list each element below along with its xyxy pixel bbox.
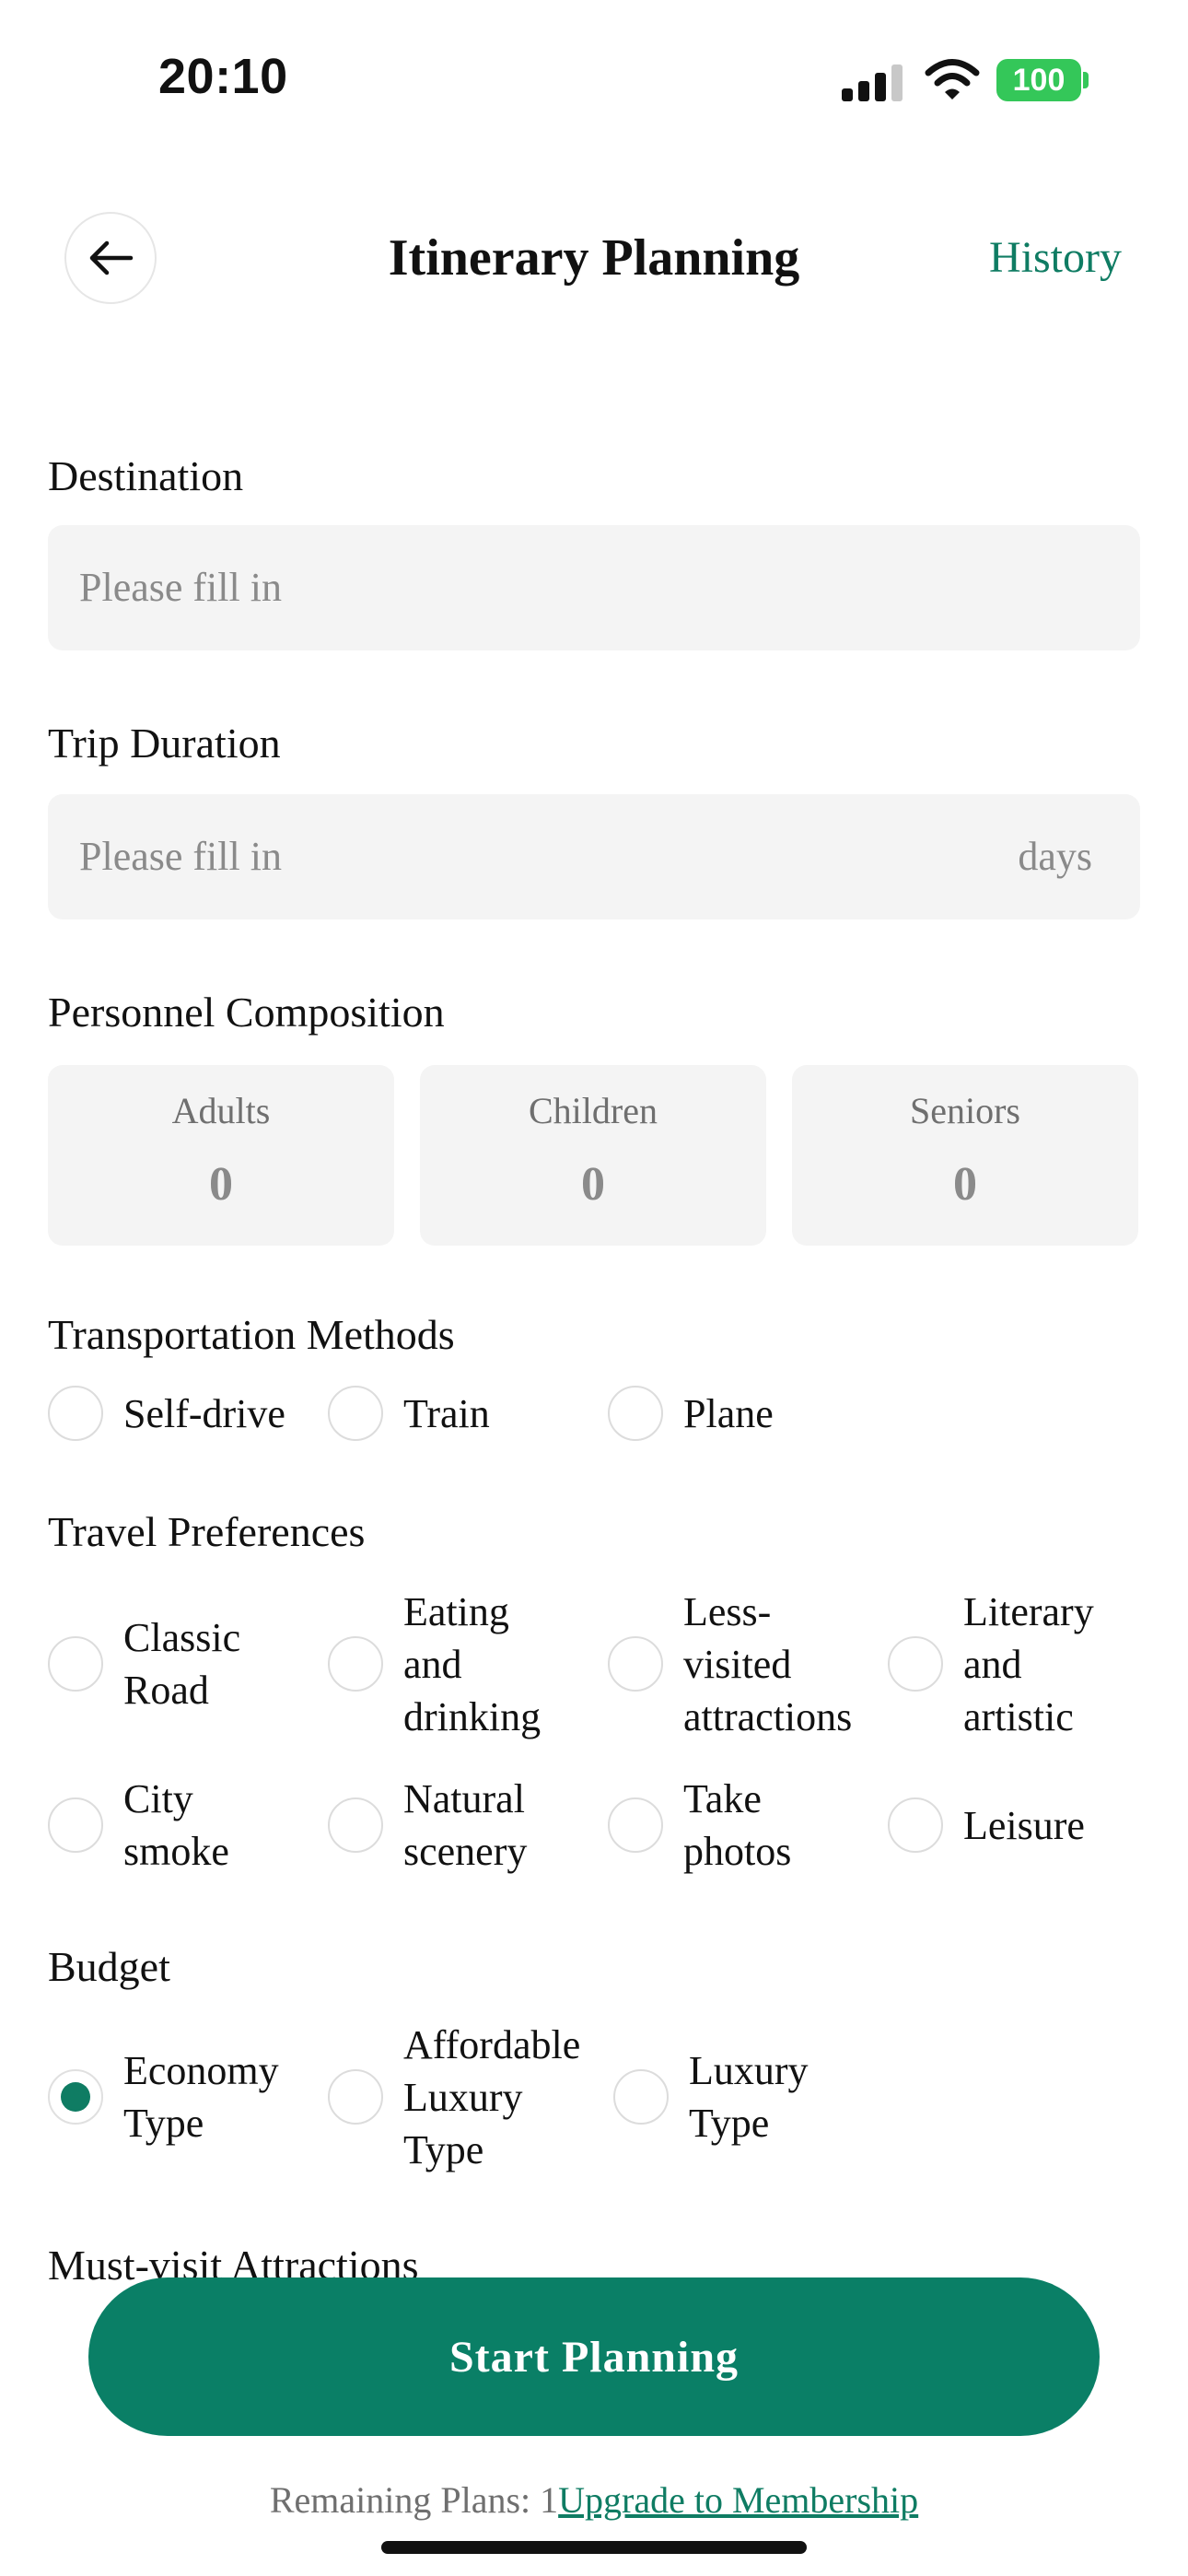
take-photos-label: Take photos [683,1776,792,1874]
wifi-icon [925,59,980,100]
self-drive-label: Self-drive [123,1390,285,1436]
adults-label: Adults [171,1090,271,1131]
seniors-counter[interactable]: Seniors 0 [792,1065,1138,1246]
preference-option-take-photos[interactable]: Take photos [608,1773,791,1878]
classic-road-radio[interactable] [48,1636,103,1692]
luxury-label: Luxury Type [689,2048,809,2146]
children-counter[interactable]: Children 0 [420,1065,766,1246]
battery-tip [1083,72,1089,88]
battery-level: 100 [1012,62,1066,98]
train-label: Train [403,1390,490,1436]
seniors-label: Seniors [910,1090,1020,1131]
transport-option-plane[interactable]: Plane [608,1386,774,1441]
children-label: Children [529,1090,658,1131]
status-time: 20:10 [158,49,288,104]
plane-radio[interactable] [608,1386,663,1441]
budget-option-luxury[interactable]: Luxury Type [613,2018,809,2176]
trip-duration-input[interactable]: Please fill in days [48,794,1140,919]
preference-option-natural-scenery[interactable]: Natural scenery [328,1773,527,1878]
eating-drinking-radio[interactable] [328,1636,383,1692]
cellular-signal-icon [842,64,903,101]
home-indicator [381,2541,807,2554]
budget-label: Budget [48,1943,170,1990]
take-photos-radio[interactable] [608,1797,663,1853]
preference-option-eating-drinking[interactable]: Eating and drinking [328,1585,541,1743]
less-visited-label: Less-visited attractions [683,1588,853,1739]
preferences-label: Travel Preferences [48,1508,366,1555]
destination-placeholder: Please fill in [79,565,282,610]
children-value: 0 [581,1158,605,1211]
leisure-radio[interactable] [888,1797,943,1853]
destination-input[interactable]: Please fill in [48,525,1140,650]
preference-option-leisure[interactable]: Leisure [888,1773,1085,1878]
battery-icon: 100 [996,59,1081,101]
less-visited-radio[interactable] [608,1636,663,1692]
preference-option-city-smoke[interactable]: City smoke [48,1773,229,1878]
literary-artistic-label: Literary and artistic [963,1588,1094,1739]
trip-duration-label: Trip Duration [48,720,281,767]
start-planning-button[interactable]: Start Planning [88,2277,1100,2436]
affordable-luxury-label: Affordable Luxury Type [403,2021,581,2172]
leisure-label: Leisure [963,1802,1085,1848]
transport-option-train[interactable]: Train [328,1386,490,1441]
budget-option-economy[interactable]: Economy Type [48,2018,279,2176]
personnel-label: Personnel Composition [48,989,445,1036]
upgrade-membership-link[interactable]: Upgrade to Membership [558,2479,918,2521]
history-link[interactable]: History [989,232,1122,283]
city-smoke-label: City smoke [123,1776,229,1874]
luxury-radio[interactable] [613,2069,669,2125]
natural-scenery-label: Natural scenery [403,1776,528,1874]
literary-artistic-radio[interactable] [888,1636,943,1692]
transport-label: Transportation Methods [48,1311,455,1358]
city-smoke-radio[interactable] [48,1797,103,1853]
plane-label: Plane [683,1390,774,1436]
budget-option-affordable-luxury[interactable]: Affordable Luxury Type [328,2018,580,2176]
remaining-plans: Remaining Plans: 1Upgrade to Membership [0,2478,1188,2522]
economy-label: Economy Type [123,2048,279,2146]
eating-drinking-label: Eating and drinking [403,1588,542,1739]
natural-scenery-radio[interactable] [328,1797,383,1853]
classic-road-label: Classic Road [123,1615,241,1713]
self-drive-radio[interactable] [48,1386,103,1441]
trip-duration-placeholder: Please fill in [79,834,282,879]
days-suffix: days [1018,834,1092,879]
preference-option-less-visited[interactable]: Less-visited attractions [608,1585,852,1743]
remaining-plans-text: Remaining Plans: 1 [269,2479,559,2521]
affordable-luxury-radio[interactable] [328,2069,383,2125]
destination-label: Destination [48,452,244,499]
transport-option-self-drive[interactable]: Self-drive [48,1386,285,1441]
train-radio[interactable] [328,1386,383,1441]
economy-radio-selected[interactable] [48,2069,103,2125]
preference-option-classic-road[interactable]: Classic Road [48,1585,240,1743]
adults-counter[interactable]: Adults 0 [48,1065,394,1246]
seniors-value: 0 [953,1158,977,1211]
preference-option-literary-artistic[interactable]: Literary and artistic [888,1585,1094,1743]
adults-value: 0 [209,1158,233,1211]
